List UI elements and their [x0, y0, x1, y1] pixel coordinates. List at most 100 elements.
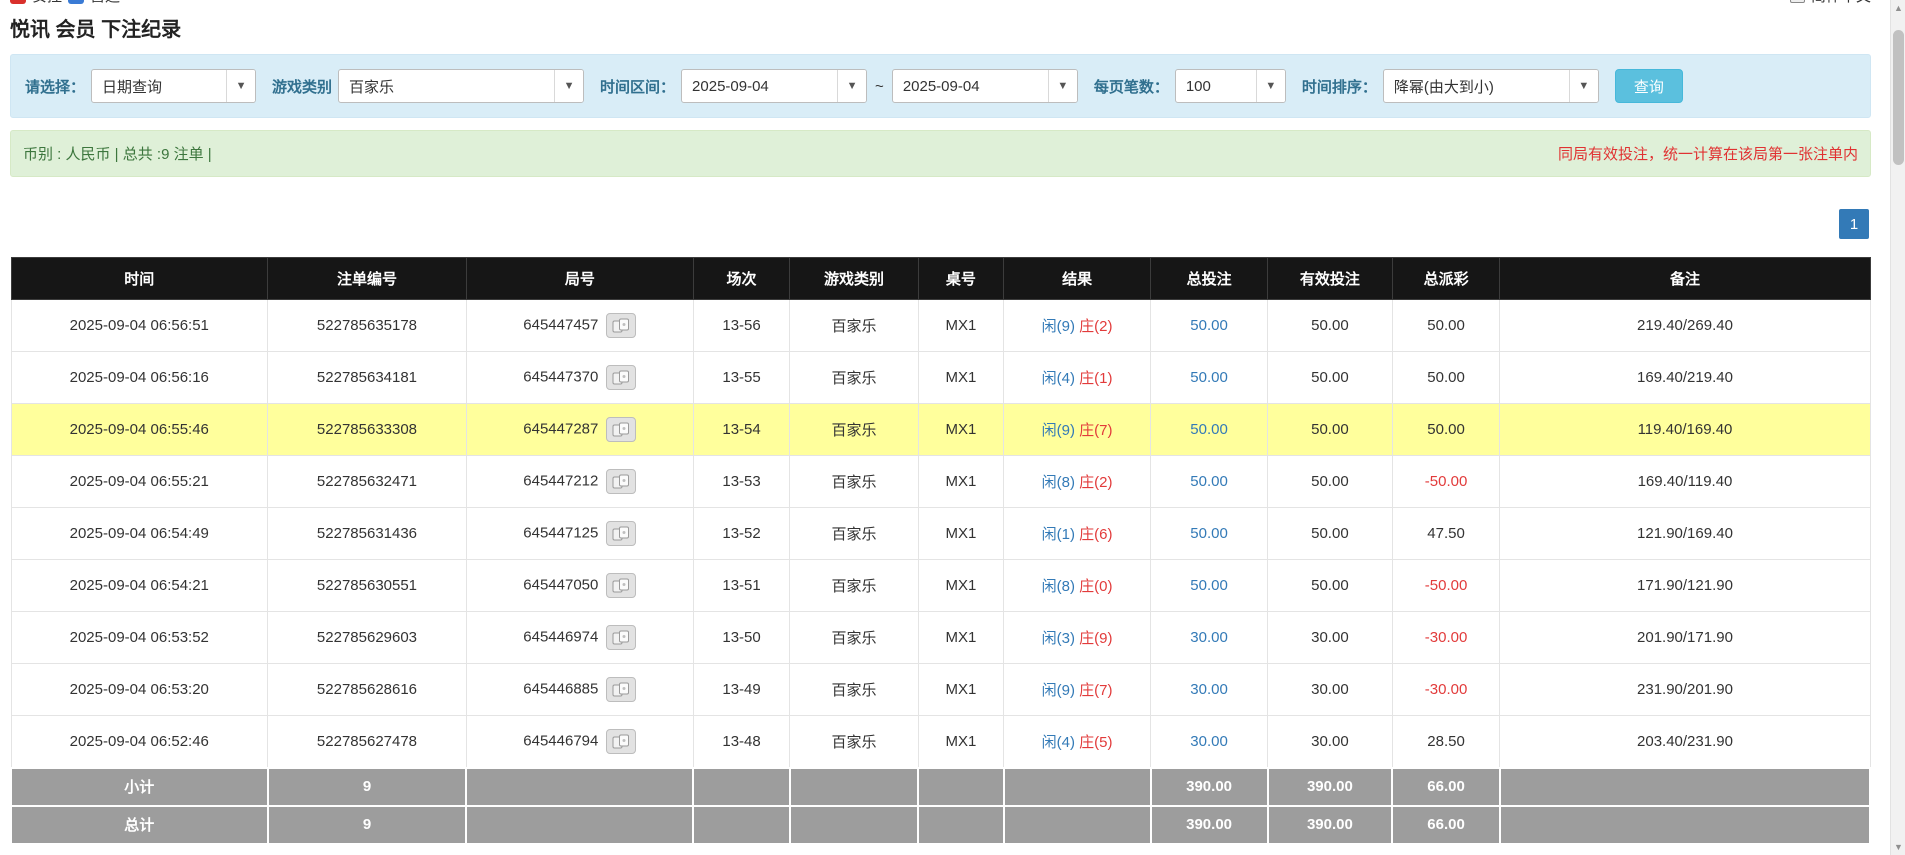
- end-date-input[interactable]: [893, 70, 1048, 102]
- sort-input[interactable]: [1384, 70, 1569, 102]
- scrollbar-thumb[interactable]: [1893, 30, 1904, 165]
- empty-cell: [1500, 768, 1870, 806]
- cell-result: 闲(9) 庄(7): [1004, 664, 1151, 716]
- cell-valid-bet: 30.00: [1268, 664, 1393, 716]
- cards-icon[interactable]: [606, 729, 636, 754]
- total-bet-link[interactable]: 50.00: [1190, 369, 1228, 386]
- empty-cell: [790, 768, 918, 806]
- cards-icon[interactable]: [606, 469, 636, 494]
- blue-app-icon[interactable]: [68, 0, 84, 4]
- cell-time: 2025-09-04 06:52:46: [11, 716, 268, 768]
- cell-session: 13-52: [693, 508, 790, 560]
- total-valid-bet: 390.00: [1268, 806, 1393, 844]
- player-result: 闲(4): [1042, 370, 1075, 387]
- cell-table: MX1: [918, 560, 1004, 612]
- cell-payout: 28.50: [1392, 716, 1500, 768]
- cards-icon[interactable]: [606, 573, 636, 598]
- cell-round: 645447212: [466, 456, 693, 508]
- subtotal-row: 小计 9 390.00 390.00 66.00: [11, 768, 1870, 806]
- total-bet-link[interactable]: 30.00: [1190, 681, 1228, 698]
- round-number: 645447457: [523, 316, 598, 333]
- banker-result: 庄(9): [1079, 630, 1112, 647]
- cell-table: MX1: [918, 664, 1004, 716]
- cards-icon[interactable]: [606, 365, 636, 390]
- sort-select[interactable]: ▼: [1383, 69, 1599, 103]
- cell-valid-bet: 50.00: [1268, 560, 1393, 612]
- cell-round: 645447370: [466, 352, 693, 404]
- total-bet-link[interactable]: 50.00: [1190, 473, 1228, 490]
- scrollbar[interactable]: ▲ ▼: [1890, 0, 1905, 855]
- cell-table: MX1: [918, 404, 1004, 456]
- start-date-input[interactable]: [682, 70, 837, 102]
- subtotal-count: 9: [268, 768, 467, 806]
- chevron-down-icon[interactable]: ▼: [837, 70, 866, 102]
- chevron-down-icon[interactable]: ▼: [1048, 70, 1077, 102]
- cell-game: 百家乐: [790, 560, 918, 612]
- subtotal-total-bet: 390.00: [1151, 768, 1268, 806]
- cards-icon[interactable]: [606, 521, 636, 546]
- query-type-input[interactable]: [92, 70, 226, 102]
- empty-cell: [693, 806, 790, 844]
- cards-icon[interactable]: [606, 417, 636, 442]
- page-1-button[interactable]: 1: [1839, 209, 1869, 239]
- chevron-down-icon[interactable]: ▼: [554, 70, 583, 102]
- cell-game: 百家乐: [790, 456, 918, 508]
- col-round: 局号: [466, 258, 693, 300]
- total-bet-link[interactable]: 30.00: [1190, 733, 1228, 750]
- page-size-select[interactable]: ▼: [1175, 69, 1286, 103]
- cell-time: 2025-09-04 06:54:49: [11, 508, 268, 560]
- cell-payout: -30.00: [1392, 612, 1500, 664]
- total-row: 总计 9 390.00 390.00 66.00: [11, 806, 1870, 844]
- game-type-input[interactable]: [339, 70, 554, 102]
- cell-bet-id: 522785631436: [268, 508, 467, 560]
- table-row: 2025-09-04 06:53:52522785629603645446974…: [11, 612, 1870, 664]
- page-size-input[interactable]: [1176, 70, 1256, 102]
- cell-round: 645446794: [466, 716, 693, 768]
- language-label[interactable]: 简体中文: [1811, 0, 1871, 6]
- cell-session: 13-53: [693, 456, 790, 508]
- cell-time: 2025-09-04 06:54:21: [11, 560, 268, 612]
- cell-payout: -30.00: [1392, 664, 1500, 716]
- player-result: 闲(1): [1042, 526, 1075, 543]
- cell-round: 645447125: [466, 508, 693, 560]
- total-bet-link[interactable]: 50.00: [1190, 421, 1228, 438]
- round-number: 645447370: [523, 368, 598, 385]
- cell-round: 645447287: [466, 404, 693, 456]
- total-count: 9: [268, 806, 467, 844]
- chevron-down-icon[interactable]: ▼: [1256, 70, 1285, 102]
- col-valid-bet: 有效投注: [1268, 258, 1393, 300]
- cell-session: 13-54: [693, 404, 790, 456]
- col-session: 场次: [693, 258, 790, 300]
- cell-round: 645447457: [466, 300, 693, 352]
- query-type-select[interactable]: ▼: [91, 69, 256, 103]
- cell-bet-id: 522785633308: [268, 404, 467, 456]
- game-type-select[interactable]: ▼: [338, 69, 584, 103]
- red-app-icon[interactable]: [10, 0, 26, 4]
- col-game: 游戏类别: [790, 258, 918, 300]
- scroll-up-icon[interactable]: ▲: [1891, 0, 1905, 16]
- empty-cell: [466, 806, 693, 844]
- search-button[interactable]: 查询: [1615, 69, 1683, 103]
- cards-icon[interactable]: [606, 625, 636, 650]
- total-bet-link[interactable]: 30.00: [1190, 629, 1228, 646]
- cell-note: 231.90/201.90: [1500, 664, 1870, 716]
- top-item-label[interactable]: 营运: [90, 0, 120, 6]
- chevron-down-icon[interactable]: ▼: [226, 70, 255, 102]
- empty-cell: [1500, 806, 1870, 844]
- cell-result: 闲(9) 庄(7): [1004, 404, 1151, 456]
- cards-icon[interactable]: [606, 677, 636, 702]
- table-body: 2025-09-04 06:56:51522785635178645447457…: [11, 300, 1870, 768]
- top-item-label[interactable]: 安控: [32, 0, 62, 6]
- start-date-select[interactable]: ▼: [681, 69, 867, 103]
- cell-game: 百家乐: [790, 664, 918, 716]
- total-bet-link[interactable]: 50.00: [1190, 577, 1228, 594]
- total-bet-link[interactable]: 50.00: [1190, 525, 1228, 542]
- total-bet-link[interactable]: 50.00: [1190, 317, 1228, 334]
- chevron-down-icon[interactable]: ▼: [1569, 70, 1598, 102]
- subtotal-label: 小计: [11, 768, 268, 806]
- cards-icon[interactable]: [606, 313, 636, 338]
- player-result: 闲(9): [1042, 318, 1075, 335]
- scroll-down-icon[interactable]: ▼: [1891, 839, 1905, 855]
- globe-icon[interactable]: [1790, 0, 1805, 3]
- end-date-select[interactable]: ▼: [892, 69, 1078, 103]
